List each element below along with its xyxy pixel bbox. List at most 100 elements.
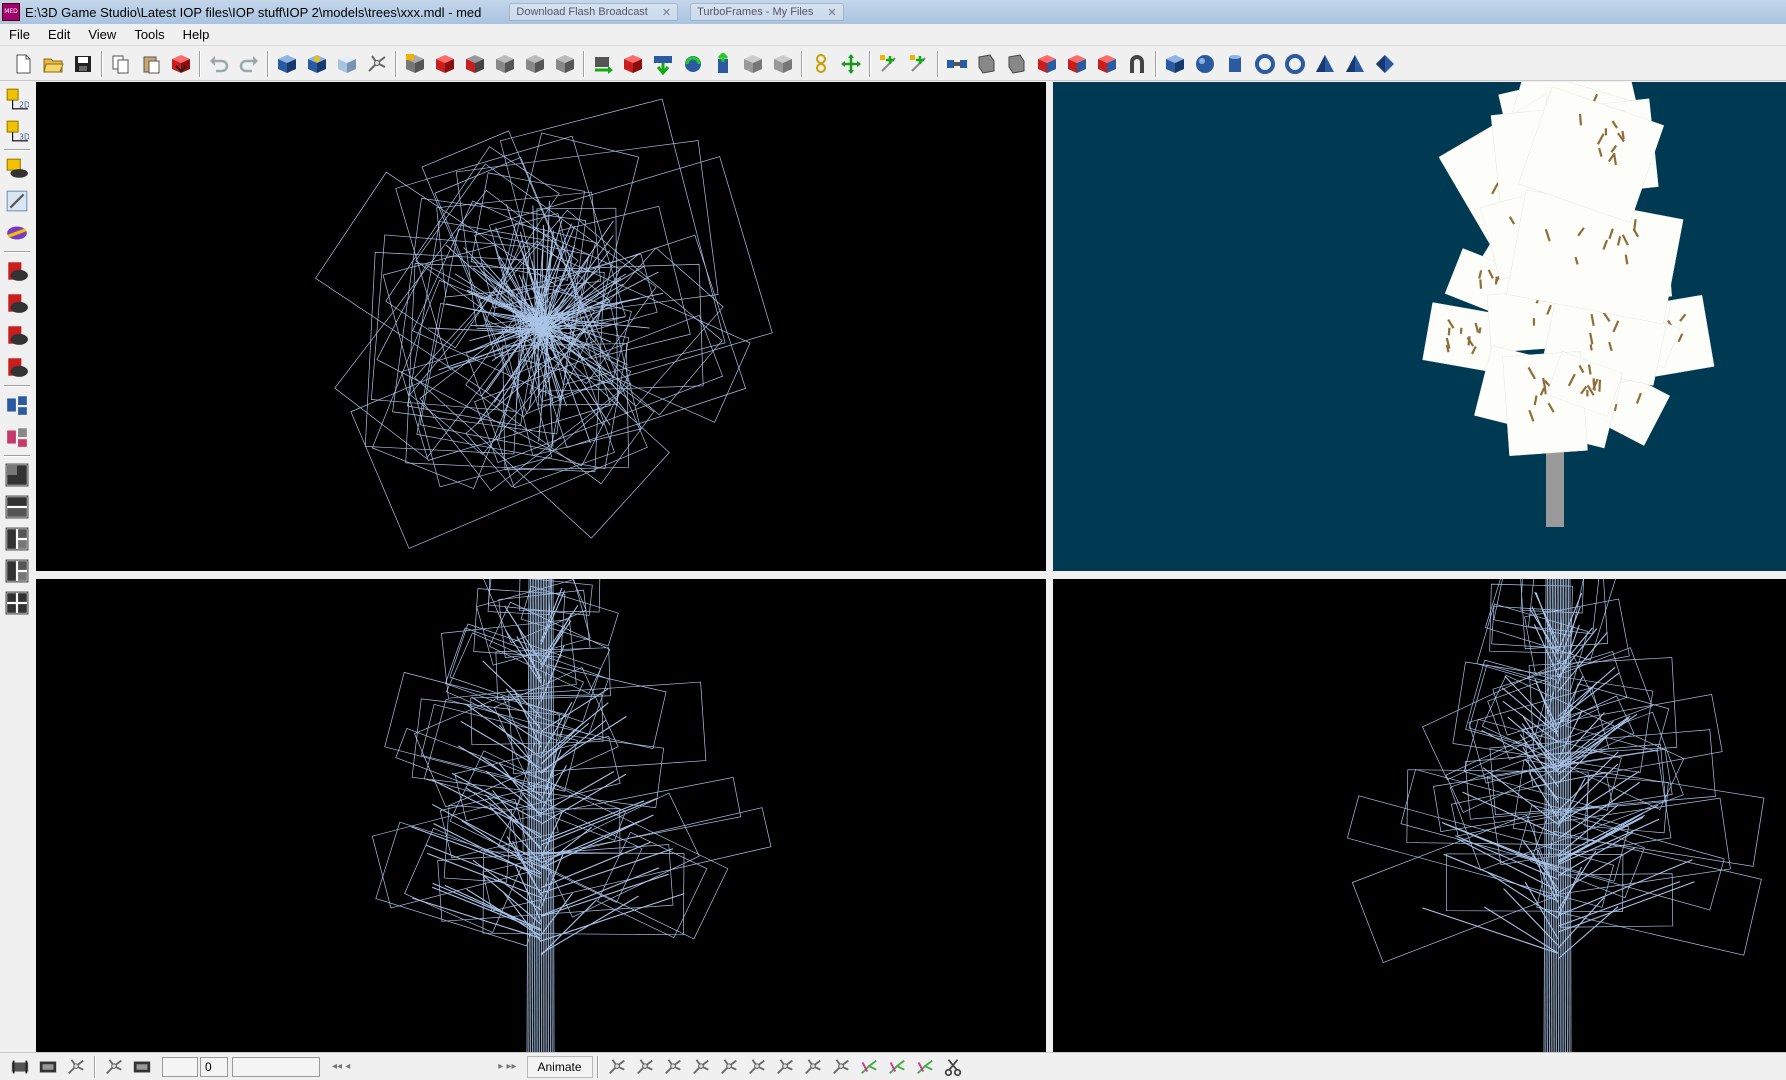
menu-help[interactable]: Help (174, 27, 219, 42)
bone-color-icon[interactable] (855, 1054, 883, 1080)
menu-file[interactable]: File (0, 27, 39, 42)
vertex-edit-icon[interactable] (603, 1054, 631, 1080)
link-bone-icon[interactable] (904, 49, 934, 79)
bone-edit2-icon[interactable] (715, 1054, 743, 1080)
bone-color2-icon[interactable] (883, 1054, 911, 1080)
cube-light-icon[interactable] (332, 49, 362, 79)
bone-edit5-icon[interactable] (799, 1054, 827, 1080)
menu-view[interactable]: View (79, 27, 125, 42)
layout-three-b-icon[interactable] (2, 556, 32, 586)
bone-frames-icon[interactable] (62, 1054, 90, 1080)
paint-face2-icon[interactable] (1062, 49, 1092, 79)
prev-frame-button[interactable]: ◂◂ ◂ (328, 1061, 354, 1072)
show-vertices-icon[interactable] (2, 390, 32, 420)
background-tab[interactable]: Download Flash Broadcast ✕ (509, 3, 679, 21)
branch-edge (1456, 838, 1559, 892)
paste-icon[interactable] (136, 49, 166, 79)
cut-icon[interactable] (1002, 49, 1032, 79)
sphere-primitive-icon[interactable] (1190, 49, 1220, 79)
open-folder-icon[interactable] (38, 49, 68, 79)
magnet-icon[interactable] (1122, 49, 1152, 79)
viewport-front[interactable] (36, 579, 1046, 1052)
scissor-icon[interactable] (939, 1054, 967, 1080)
import-icon[interactable] (166, 49, 196, 79)
viewport-perspective[interactable] (1053, 82, 1786, 571)
menu-tools[interactable]: Tools (125, 27, 173, 42)
animate-button[interactable]: Animate (526, 1055, 593, 1078)
bone-paint-icon[interactable] (911, 1054, 939, 1080)
menu-edit[interactable]: Edit (39, 27, 79, 42)
diamond-primitive-icon[interactable] (1370, 49, 1400, 79)
cube-primitive-icon[interactable] (1160, 49, 1190, 79)
viewport-top[interactable] (36, 82, 1046, 571)
move-down-icon[interactable] (648, 49, 678, 79)
extrude-icon[interactable] (972, 49, 1002, 79)
add-vertex-icon[interactable] (400, 49, 430, 79)
cube-blue-icon[interactable] (272, 49, 302, 79)
frame-number-field[interactable]: 0 (200, 1056, 228, 1077)
bones-anim-icon[interactable] (100, 1054, 128, 1080)
select-vertices-icon[interactable] (430, 49, 460, 79)
layout-four-icon[interactable] (2, 588, 32, 618)
rotate-icon[interactable] (678, 49, 708, 79)
edit-view-icon[interactable] (2, 186, 32, 216)
move-camera-icon[interactable] (588, 49, 618, 79)
center-icon[interactable] (836, 49, 866, 79)
view-3d-icon[interactable]: 3D (2, 116, 32, 146)
bone-edit4-icon[interactable] (771, 1054, 799, 1080)
layout-single-icon[interactable] (2, 460, 32, 490)
flip-icon[interactable] (768, 49, 798, 79)
bridge-icon[interactable] (942, 49, 972, 79)
paint-face3-icon[interactable] (1092, 49, 1122, 79)
viewport-side[interactable] (1053, 579, 1786, 1052)
skin-edit-icon[interactable] (659, 1054, 687, 1080)
view-2d-icon[interactable]: 2D (2, 84, 32, 114)
face-edit-icon[interactable] (631, 1054, 659, 1080)
show-faces-icon[interactable] (2, 422, 32, 452)
bone-edit-icon[interactable] (687, 1054, 715, 1080)
frame-name-field[interactable] (162, 1056, 198, 1077)
ring-primitive-icon[interactable] (1280, 49, 1310, 79)
mirror-icon[interactable] (738, 49, 768, 79)
app-icon[interactable]: MED (2, 3, 20, 21)
render-mode-icon[interactable] (2, 218, 32, 248)
leaf-card-outline (443, 804, 512, 883)
layout-two-icon[interactable] (2, 492, 32, 522)
textured-mode-icon[interactable] (2, 320, 32, 350)
frame-strip-icon[interactable] (128, 1054, 156, 1080)
bones-icon[interactable] (362, 49, 392, 79)
bone-edit6-icon[interactable] (827, 1054, 855, 1080)
redo-icon[interactable] (234, 49, 264, 79)
copy-icon[interactable] (106, 49, 136, 79)
new-file-icon[interactable] (8, 49, 38, 79)
frame-manager-icon[interactable] (6, 1054, 34, 1080)
add-bone-icon[interactable] (874, 49, 904, 79)
bone-edit3-icon[interactable] (743, 1054, 771, 1080)
filmstrip-icon[interactable] (34, 1054, 62, 1080)
lock-view-icon[interactable] (2, 154, 32, 184)
invert-selection-icon[interactable] (550, 49, 580, 79)
close-icon[interactable]: ✕ (827, 6, 836, 19)
wire-mode-icon[interactable] (2, 256, 32, 286)
cube-gear-icon[interactable] (302, 49, 332, 79)
frame-slider[interactable] (232, 1056, 320, 1077)
pyramid-primitive-icon[interactable] (1340, 49, 1370, 79)
shaded-mode-icon[interactable] (2, 352, 32, 382)
solid-mode-icon[interactable] (2, 288, 32, 318)
scale-icon[interactable] (708, 49, 738, 79)
background-tab[interactable]: TurboFrames - My Files ✕ (690, 3, 844, 21)
paint-face-icon[interactable] (1032, 49, 1062, 79)
select-none-icon[interactable] (520, 49, 550, 79)
weld-icon[interactable] (806, 49, 836, 79)
layout-three-icon[interactable] (2, 524, 32, 554)
undo-icon[interactable] (204, 49, 234, 79)
select-faces-icon[interactable] (460, 49, 490, 79)
next-frame-button[interactable]: ▸ ▸▸ (494, 1061, 520, 1072)
close-icon[interactable]: ✕ (662, 6, 671, 19)
select-all-icon[interactable] (490, 49, 520, 79)
torus-primitive-icon[interactable] (1250, 49, 1280, 79)
cone-primitive-icon[interactable] (1310, 49, 1340, 79)
save-icon[interactable] (68, 49, 98, 79)
cylinder-primitive-icon[interactable] (1220, 49, 1250, 79)
move-object-icon[interactable] (618, 49, 648, 79)
